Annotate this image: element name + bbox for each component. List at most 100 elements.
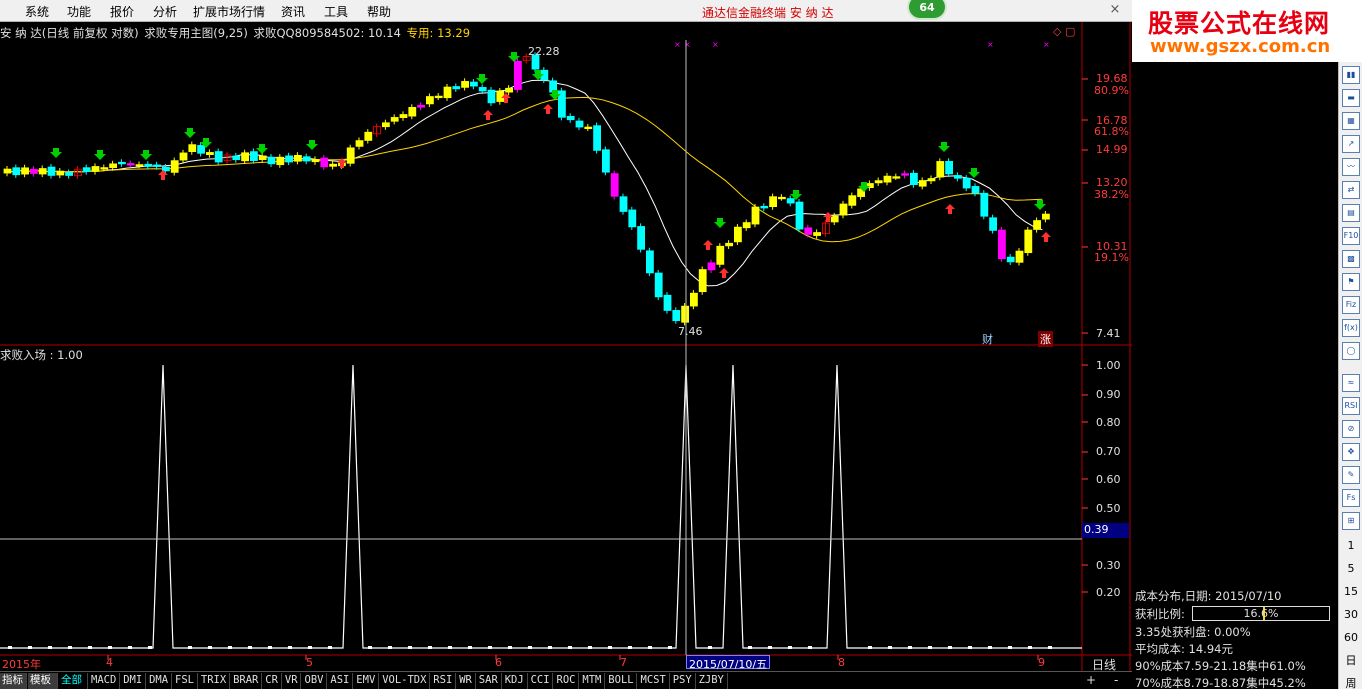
tab-psy[interactable]: PSY [671,673,696,689]
tab-all[interactable]: 全部 [59,673,88,689]
tab-roc[interactable]: ROC [555,673,580,689]
zero-marker [528,646,532,649]
trend-icon[interactable]: ↗ [1342,135,1360,153]
candle-body [417,104,426,108]
doc-icon[interactable]: ▤ [1342,204,1360,222]
candle-body [883,175,892,183]
chart-corner-icons[interactable]: ◇ ▢ [1053,25,1075,38]
candlestick-series [3,52,1050,326]
stock-label[interactable]: 安 纳 达(日线 前复权 对数) [0,26,139,40]
candle-body [258,155,267,160]
tab-rsi[interactable]: RSI [431,673,457,689]
tab-trix[interactable]: TRIX [199,673,231,689]
zero-marker [1028,646,1032,649]
candle-body [65,172,73,176]
candle-body [672,310,681,322]
candle-body [197,145,206,154]
rsi-icon[interactable]: RSI [1342,397,1360,415]
circle-icon[interactable]: ◯ [1342,342,1360,360]
candle-body [918,180,927,187]
pen-icon[interactable]: ✎ [1342,466,1360,484]
top-signal-mark: × [684,40,691,49]
top-signal-mark: × [1043,40,1050,49]
zero-marker [248,646,252,649]
badge-zhang[interactable]: 涨 [1038,331,1053,347]
candle-body [654,272,663,298]
period-button-日[interactable]: 日 [1342,652,1360,670]
candle-icon[interactable]: ▬ [1342,89,1360,107]
period-button-15[interactable]: 15 [1342,583,1360,601]
tab-brar[interactable]: BRAR [231,673,263,689]
tab-cci[interactable]: CCI [529,673,554,689]
tab-zjby[interactable]: ZJBY [697,673,728,689]
remove-tab-button[interactable]: - [1114,673,1118,687]
tab-templates[interactable]: 模板 [28,673,58,689]
zero-marker [568,646,572,649]
tab-fsl[interactable]: FSL [173,673,198,689]
entry-signal-plot [0,364,1082,649]
grid-icon[interactable]: ▩ [1342,250,1360,268]
indicator-label[interactable]: 求败专用主图(9,25) [144,26,248,40]
line-icon[interactable]: 〰 [1342,158,1360,176]
tab-mcst[interactable]: MCST [639,673,670,689]
candle-body [320,157,329,168]
period-button-1[interactable]: 1 [1342,537,1360,555]
cost-70: 70%成本8.79-18.87集中45.2% [1135,676,1306,689]
tab-macd[interactable]: MACD [89,673,121,689]
candle-body [346,147,355,164]
period-button-周[interactable]: 周 [1342,675,1360,689]
fiz-icon[interactable]: Fiz [1342,296,1360,314]
sub-tick: 0.60 [1096,473,1121,486]
candle-body [3,168,12,174]
tab-asi[interactable]: ASI [328,673,354,689]
fit-icon[interactable]: ⊞ [1342,512,1360,530]
profit-at-price: 3.35处获利盘: 0.00% [1135,625,1251,639]
tab-dma[interactable]: DMA [147,673,172,689]
move-icon[interactable]: ✥ [1342,443,1360,461]
period-button-60[interactable]: 60 [1342,629,1360,647]
sub-axis: 1.00 0.90 0.80 0.70 0.60 0.50 0.39 0.30 … [1082,346,1130,655]
tab-obv[interactable]: OBV [303,673,328,689]
tab-wr[interactable]: WR [457,673,476,689]
candle-body [514,60,522,90]
tile-icon[interactable]: ▦ [1342,112,1360,130]
candle-body [839,203,848,216]
sub-chart-title[interactable]: 求败入场 : 1.00 [0,347,83,363]
wave-icon[interactable]: ≈ [1342,374,1360,392]
stop-icon[interactable]: ⊘ [1342,420,1360,438]
candle-body [962,177,971,189]
tab-boll[interactable]: BOLL [606,673,638,689]
candle-body [170,160,179,173]
chart-bar-icon[interactable]: ▮▮ [1342,66,1360,84]
flag-icon[interactable]: ⚑ [1342,273,1360,291]
tab-cr[interactable]: CR [263,673,282,689]
fx-icon[interactable]: f(x) [1342,319,1360,337]
tab-mtm[interactable]: MTM [580,673,606,689]
tab-kdj[interactable]: KDJ [503,673,528,689]
kline-chart[interactable]: × × × × × [0,0,1132,671]
candle-body [205,152,214,155]
candle-body [487,89,496,104]
tab-vr[interactable]: VR [283,673,302,689]
candle-body [848,195,857,206]
fs-icon[interactable]: Fs [1342,489,1360,507]
badge-cai[interactable]: 财 [982,331,993,347]
candle-body [936,161,945,178]
cost-title: 成本分布,日期: 2015/07/10 [1135,589,1282,603]
tab-emv[interactable]: EMV [354,673,380,689]
candle-body [56,170,65,176]
f10-icon[interactable]: F10 [1342,227,1360,245]
zero-marker [428,646,432,649]
compare-icon[interactable]: ⇄ [1342,181,1360,199]
zero-marker [968,646,972,649]
period-button-30[interactable]: 30 [1342,606,1360,624]
tab-sar[interactable]: SAR [477,673,502,689]
tab-indicators[interactable]: 指标 [0,673,27,689]
tab-vol-tdx[interactable]: VOL-TDX [380,673,431,689]
period-button-5[interactable]: 5 [1342,560,1360,578]
zero-marker [368,646,372,649]
tab-dmi[interactable]: DMI [121,673,147,689]
candle-body [12,167,21,176]
add-tab-button[interactable]: + [1086,673,1096,687]
zero-marker [908,646,912,649]
